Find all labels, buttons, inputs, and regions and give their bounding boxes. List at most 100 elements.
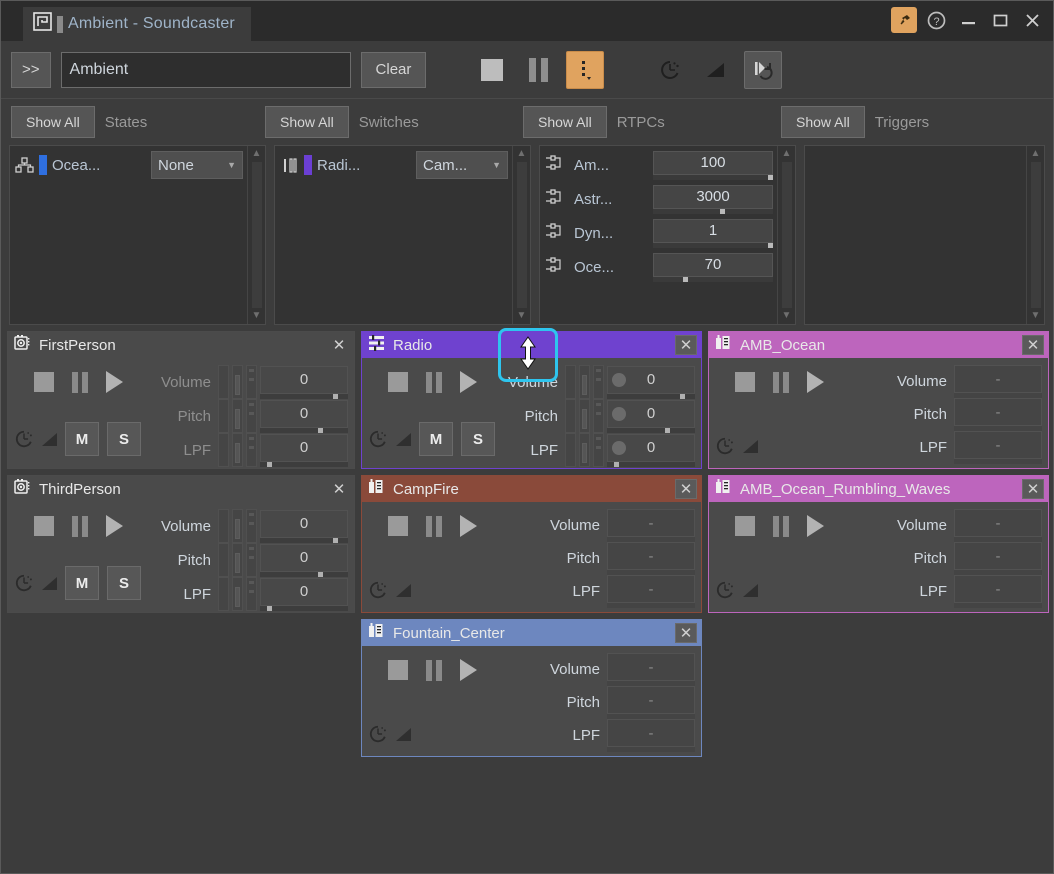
param-value-wrap-lpf[interactable]: - [607, 719, 695, 752]
param-slider-track[interactable] [607, 461, 695, 467]
param-slider-track[interactable] [260, 537, 348, 543]
param-value-wrap-volume[interactable]: 0 [260, 365, 348, 399]
param-mini-slider-1[interactable] [565, 365, 576, 399]
rtpc-value-field[interactable]: 3000 [653, 184, 773, 209]
play-icon[interactable] [460, 371, 477, 393]
param-value-pitch[interactable]: - [607, 686, 695, 714]
param-slider-thumb[interactable] [266, 461, 272, 467]
maximize-icon[interactable] [987, 7, 1013, 33]
param-value-lpf[interactable]: 0 [607, 433, 695, 462]
scrollbar-thumb[interactable] [516, 162, 527, 308]
stop-icon[interactable] [388, 660, 408, 680]
param-mini-slider-1[interactable] [218, 399, 229, 433]
rtpc-value-slider[interactable]: 1 [653, 218, 773, 248]
param-mini-slider-3[interactable] [593, 365, 604, 399]
rtpc-value-slider[interactable]: 70 [653, 252, 773, 282]
param-slider-track[interactable] [260, 427, 348, 433]
rtpc-value-slider[interactable]: 3000 [653, 184, 773, 214]
param-knob-icon[interactable] [612, 372, 626, 387]
play-icon[interactable] [807, 371, 824, 393]
play-icon[interactable] [460, 659, 477, 681]
param-value-lpf[interactable]: - [607, 575, 695, 603]
param-mini-slider-3[interactable] [246, 433, 257, 467]
param-value-volume[interactable]: - [607, 653, 695, 681]
switches-show-all-button[interactable]: Show All [265, 106, 349, 138]
ramp-icon[interactable] [42, 432, 57, 446]
stop-icon[interactable] [735, 516, 755, 536]
vertical-resize-handle[interactable] [498, 328, 558, 382]
mute-button[interactable]: M [65, 566, 99, 600]
list-item[interactable]: Astr... 3000 [540, 182, 777, 216]
card-header[interactable]: CampFire ✕ [362, 476, 701, 502]
param-mini-slider-2[interactable] [232, 433, 243, 467]
param-slider-thumb[interactable] [266, 605, 272, 611]
stop-icon[interactable] [34, 516, 54, 536]
states-show-all-button[interactable]: Show All [11, 106, 95, 138]
list-item[interactable]: Am... 100 [540, 148, 777, 182]
list-dots-menu-icon[interactable] [566, 50, 605, 89]
param-value-pitch[interactable]: - [607, 542, 695, 570]
param-value-wrap-volume[interactable]: - [607, 509, 695, 542]
param-slider-track[interactable] [607, 393, 695, 399]
param-mini-slider-3[interactable] [246, 509, 257, 543]
param-value-volume[interactable]: 0 [260, 509, 348, 538]
param-slider-thumb[interactable] [318, 427, 324, 433]
close-icon[interactable]: ✕ [328, 335, 350, 355]
param-mini-slider-2[interactable] [232, 365, 243, 399]
param-mini-slider-1[interactable] [218, 365, 229, 399]
param-mini-slider-3[interactable] [246, 543, 257, 577]
rtpc-slider-track[interactable] [653, 174, 773, 180]
param-slider-thumb[interactable] [333, 537, 339, 543]
search-input[interactable]: Ambient [60, 51, 351, 88]
param-slider-thumb[interactable] [680, 393, 686, 399]
rtpc-slider-track[interactable] [653, 276, 773, 282]
param-mini-slider-1[interactable] [218, 543, 229, 577]
scroll-down-icon[interactable]: ▼ [1031, 311, 1041, 321]
pause-icon[interactable] [426, 659, 442, 681]
list-item[interactable]: Dyn... 1 [540, 216, 777, 250]
rtpc-slider-thumb[interactable] [719, 208, 725, 214]
stop-icon[interactable] [388, 516, 408, 536]
card-header[interactable]: FirstPerson ✕ [8, 332, 354, 358]
ramp-icon[interactable] [743, 583, 758, 597]
close-icon[interactable]: ✕ [675, 623, 697, 643]
param-value-volume[interactable]: - [954, 509, 1042, 537]
ramp-icon[interactable] [698, 52, 734, 88]
play-icon[interactable] [460, 515, 477, 537]
triggers-show-all-button[interactable]: Show All [781, 106, 865, 138]
param-value-wrap-pitch[interactable]: - [954, 398, 1042, 431]
ramp-icon[interactable] [396, 583, 411, 597]
param-value-pitch[interactable]: - [954, 398, 1042, 426]
pause-icon[interactable] [426, 515, 442, 537]
reset-icon[interactable] [744, 50, 783, 89]
solo-button[interactable]: S [107, 422, 141, 456]
scrollbar-thumb[interactable] [251, 162, 262, 308]
param-value-wrap-lpf[interactable]: 0 [607, 433, 695, 467]
list-item[interactable]: Oce... 70 [540, 250, 777, 284]
param-mini-slider-3[interactable] [593, 399, 604, 433]
rtpc-value-field[interactable]: 70 [653, 252, 773, 277]
param-value-lpf[interactable]: 0 [260, 433, 348, 462]
param-value-lpf[interactable]: - [607, 719, 695, 747]
param-value-wrap-volume[interactable]: - [954, 509, 1042, 542]
stop-icon[interactable] [735, 372, 755, 392]
param-slider-thumb[interactable] [665, 427, 671, 433]
param-value-wrap-pitch[interactable]: 0 [260, 399, 348, 433]
mute-button[interactable]: M [419, 422, 453, 456]
pause-icon[interactable] [426, 371, 442, 393]
param-value-wrap-pitch[interactable]: - [607, 542, 695, 575]
param-value-wrap-lpf[interactable]: - [607, 575, 695, 608]
card-header[interactable]: AMB_Ocean ✕ [709, 332, 1048, 358]
timer-icon[interactable] [14, 429, 34, 449]
timer-icon[interactable] [715, 436, 735, 456]
pause-icon[interactable] [773, 515, 789, 537]
close-icon[interactable]: ✕ [328, 479, 350, 499]
play-icon[interactable] [106, 371, 123, 393]
rtpc-value-field[interactable]: 1 [653, 218, 773, 243]
param-slider-track[interactable] [260, 605, 348, 611]
param-value-wrap-volume[interactable]: - [954, 365, 1042, 398]
param-mini-slider-1[interactable] [218, 509, 229, 543]
scrollbar-thumb[interactable] [1030, 162, 1041, 308]
scroll-up-icon[interactable]: ▲ [1031, 149, 1041, 159]
state-value-dropdown[interactable]: None ▼ [151, 151, 243, 179]
